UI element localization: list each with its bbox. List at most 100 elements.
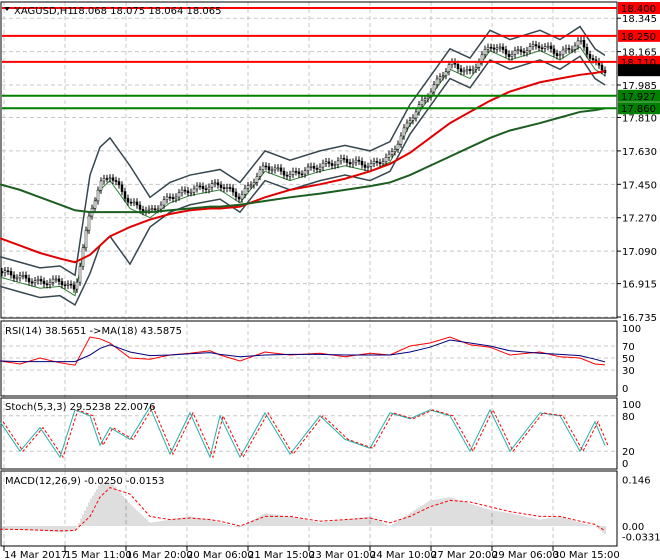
level-label: 17.860	[621, 104, 656, 115]
candle-body	[348, 162, 352, 165]
candle-body	[555, 53, 559, 56]
candle-body	[363, 164, 367, 168]
candle-body	[267, 166, 271, 171]
candle-body	[282, 170, 286, 176]
candle-body	[486, 47, 490, 50]
candle-body	[516, 49, 520, 51]
time-label: 29 Mar 06:00	[492, 550, 559, 560]
candle-body	[177, 192, 181, 198]
candle-body	[216, 182, 220, 186]
candle-body	[549, 45, 553, 50]
candle-body	[591, 58, 595, 61]
candle-body	[105, 178, 109, 180]
candle-body	[135, 201, 139, 206]
time-label: 24 Mar 10:00	[370, 550, 437, 560]
candle-body	[6, 270, 10, 272]
candle-body	[12, 274, 16, 279]
time-label: 27 Mar 20:00	[431, 550, 498, 560]
rsi-ma-line	[0, 339, 606, 363]
candle-body	[126, 198, 130, 203]
level-label: 18.250	[621, 32, 656, 43]
candle-body	[18, 275, 22, 279]
candle-body	[231, 187, 235, 193]
candle-body	[138, 204, 142, 210]
candle-body	[147, 208, 151, 211]
candle-body	[387, 153, 391, 158]
price-label: 17.270	[622, 214, 657, 225]
rsi-label: RSI(14) 38.5651 ->MA(18) 43.5875	[5, 326, 182, 337]
candle-body	[210, 183, 214, 188]
candle-body	[426, 96, 430, 99]
candle-body	[381, 161, 385, 164]
candle-body	[330, 163, 334, 166]
candle-body	[237, 196, 241, 200]
ohlc-label: 18.068 18.075 18.064 18.065	[72, 6, 222, 17]
time-label: 16 Mar 20:00	[126, 550, 193, 560]
candle-body	[297, 171, 301, 175]
candle-body	[432, 84, 436, 93]
candle-body	[246, 185, 250, 189]
candle-body	[225, 187, 229, 189]
stoch-axis-label: 80	[622, 412, 635, 423]
chart-canvas[interactable]: 14 Mar 201715 Mar 11:0016 Mar 20:0020 Ma…	[0, 0, 660, 560]
candle-body	[33, 280, 37, 284]
candle-body	[459, 68, 463, 72]
price-label: 16.735	[622, 313, 657, 324]
candle-body	[222, 187, 226, 189]
time-label: 14 Mar 2017	[4, 550, 67, 560]
candle-body	[129, 201, 133, 204]
candle-body	[186, 190, 190, 193]
candle-body	[582, 40, 586, 48]
candle-body	[402, 127, 406, 137]
candle-body	[492, 47, 496, 50]
price-label: 16.915	[622, 280, 657, 291]
candle-body	[399, 135, 403, 145]
candle-body	[588, 54, 592, 59]
candle-body	[573, 45, 577, 50]
candle-body	[444, 71, 448, 76]
candle-body	[396, 143, 400, 150]
candle-body	[192, 188, 196, 193]
candle-body	[375, 161, 379, 163]
candle-body	[234, 191, 238, 198]
time-label: 30 Mar 15:00	[553, 550, 620, 560]
candle-body	[123, 191, 127, 199]
candle-body	[345, 158, 349, 163]
candle-body	[45, 283, 49, 286]
candle-body	[471, 68, 475, 71]
candle-body	[294, 171, 298, 173]
candle-body	[333, 164, 337, 166]
candle-body	[318, 166, 322, 170]
candle-body	[456, 64, 460, 70]
candle-body	[300, 173, 304, 176]
candle-body	[306, 166, 310, 172]
candle-body	[552, 48, 556, 54]
candle-body	[477, 61, 481, 68]
candle-body	[576, 40, 580, 47]
candle-body	[360, 161, 364, 166]
candle-body	[54, 278, 58, 281]
candle-body	[21, 274, 25, 277]
candle-body	[189, 191, 193, 194]
candle-body	[342, 158, 346, 160]
candle-body	[303, 170, 307, 175]
candle-body	[0, 271, 4, 274]
candle-body	[120, 184, 124, 192]
candle-body	[69, 283, 73, 286]
candle-body	[534, 44, 538, 47]
candle-body	[354, 159, 358, 163]
candle-body	[390, 151, 394, 155]
trading-chart[interactable]: 14 Mar 2017 15 Mar 11:00 16 Mar 20:00 20 Ma…	[0, 0, 660, 560]
candle-body	[213, 182, 217, 185]
candle-body	[414, 111, 418, 119]
candle-body	[63, 284, 67, 287]
candle-body	[276, 167, 280, 170]
rsi-axis-label: 30	[622, 366, 635, 377]
candle-body	[513, 50, 517, 55]
candle-body	[366, 166, 370, 168]
candle-body	[504, 49, 508, 55]
candle-body	[114, 180, 118, 182]
candle-body	[405, 122, 409, 129]
candle-body	[558, 54, 562, 56]
candle-body	[528, 46, 532, 51]
